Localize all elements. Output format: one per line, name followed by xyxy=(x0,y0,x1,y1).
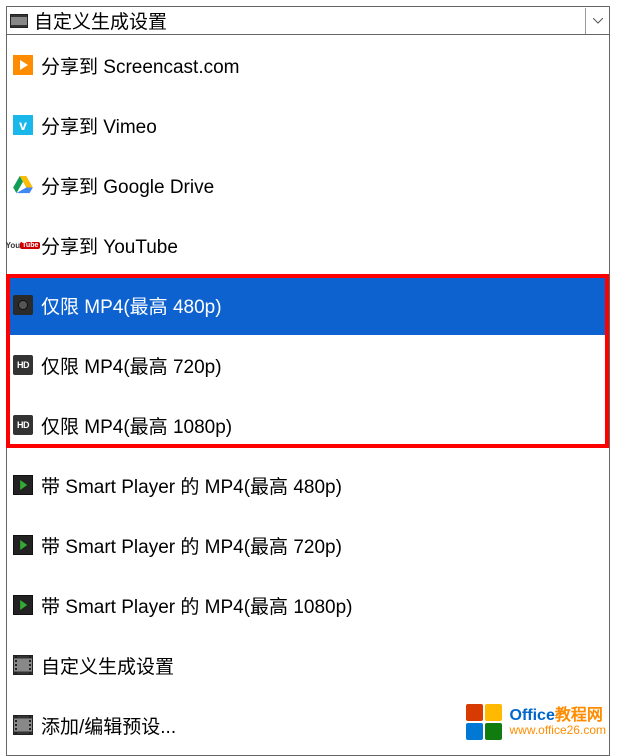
player-icon xyxy=(13,595,33,615)
screencast-icon xyxy=(13,55,33,75)
watermark-text: Office教程网 www.office26.com xyxy=(510,707,607,738)
hd-icon: HD xyxy=(13,415,33,435)
option-label: 添加/编辑预设... xyxy=(41,712,176,739)
hd-icon: HD xyxy=(13,355,33,375)
option-mp4-720p[interactable]: HD 仅限 MP4(最高 720p) xyxy=(7,335,609,395)
vimeo-icon: v xyxy=(13,115,33,135)
option-smartplayer-480p[interactable]: 带 Smart Player 的 MP4(最高 480p) xyxy=(7,455,609,515)
option-list: 分享到 Screencast.com v 分享到 Vimeo 分享到 Googl… xyxy=(7,35,609,755)
option-label: 带 Smart Player 的 MP4(最高 480p) xyxy=(41,472,342,499)
export-preset-dropdown: 自定义生成设置 分享到 Screencast.com v 分享到 Vimeo 分… xyxy=(6,6,610,756)
option-vimeo[interactable]: v 分享到 Vimeo xyxy=(7,95,609,155)
option-label: 仅限 MP4(最高 1080p) xyxy=(41,412,232,439)
option-smartplayer-1080p[interactable]: 带 Smart Player 的 MP4(最高 1080p) xyxy=(7,575,609,635)
youtube-icon: YouTube xyxy=(13,235,33,255)
option-label: 带 Smart Player 的 MP4(最高 720p) xyxy=(41,532,342,559)
option-youtube[interactable]: YouTube 分享到 YouTube xyxy=(7,215,609,275)
film-icon xyxy=(13,655,33,675)
option-label: 分享到 Google Drive xyxy=(41,172,214,199)
option-label: 自定义生成设置 xyxy=(41,652,174,679)
film-icon xyxy=(10,14,28,28)
watermark-url: www.office26.com xyxy=(510,724,607,737)
player-icon xyxy=(13,535,33,555)
option-label: 仅限 MP4(最高 720p) xyxy=(41,352,222,379)
option-label: 分享到 Screencast.com xyxy=(41,52,240,79)
watermark: Office教程网 www.office26.com xyxy=(464,702,607,742)
option-label: 分享到 YouTube xyxy=(41,232,178,259)
option-mp4-480p[interactable]: 仅限 MP4(最高 480p) xyxy=(7,275,609,335)
dropdown-selected-label: 自定义生成设置 xyxy=(32,7,585,34)
option-custom-settings[interactable]: 自定义生成设置 xyxy=(7,635,609,695)
chevron-down-icon[interactable] xyxy=(585,8,609,34)
option-google-drive[interactable]: 分享到 Google Drive xyxy=(7,155,609,215)
film-icon xyxy=(13,715,33,735)
watermark-title: Office教程网 xyxy=(510,707,607,725)
google-drive-icon xyxy=(13,175,33,195)
camera-icon xyxy=(13,295,33,315)
option-label: 分享到 Vimeo xyxy=(41,112,157,139)
option-mp4-1080p[interactable]: HD 仅限 MP4(最高 1080p) xyxy=(7,395,609,455)
option-label: 带 Smart Player 的 MP4(最高 1080p) xyxy=(41,592,352,619)
dropdown-header[interactable]: 自定义生成设置 xyxy=(7,7,609,35)
option-label: 仅限 MP4(最高 480p) xyxy=(41,292,222,319)
option-smartplayer-720p[interactable]: 带 Smart Player 的 MP4(最高 720p) xyxy=(7,515,609,575)
player-icon xyxy=(13,475,33,495)
option-screencast[interactable]: 分享到 Screencast.com xyxy=(7,35,609,95)
office-logo-icon xyxy=(464,702,504,742)
